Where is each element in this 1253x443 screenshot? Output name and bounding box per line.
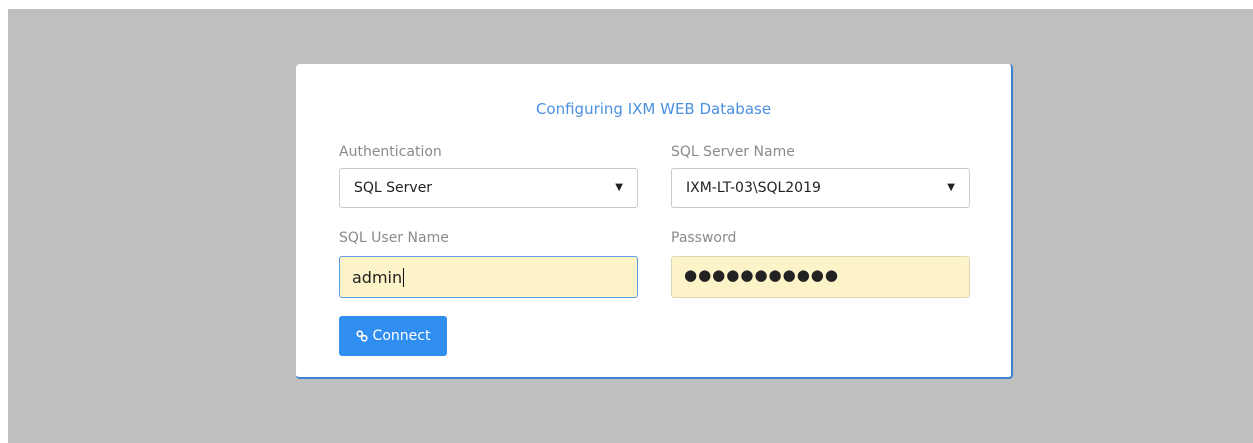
dropdown-arrow-icon: ▼ [615,182,623,193]
sql-user-name-value: admin [352,268,403,287]
password-masked-value: ●●●●●●●●●●● [684,266,839,284]
link-icon [355,330,368,342]
connect-label: Connect [372,328,431,344]
dialog-title: Configuring IXM WEB Database [535,100,772,118]
text-caret [403,268,405,287]
sql-server-name-label: SQL Server Name [671,144,795,160]
connect-button[interactable]: Connect [339,316,447,356]
authentication-select[interactable]: SQL Server ▼ [339,168,638,208]
sql-server-name-select[interactable]: IXM-LT-03\SQL2019 ▼ [671,168,970,208]
password-label: Password [671,230,737,246]
authentication-label: Authentication [339,144,442,160]
dropdown-arrow-icon: ▼ [947,182,955,193]
database-config-card: Configuring IXM WEB Database Authenticat… [296,64,1013,379]
sql-server-name-value: IXM-LT-03\SQL2019 [686,180,821,196]
sql-user-name-input[interactable]: admin [339,256,638,298]
authentication-value: SQL Server [354,180,433,196]
password-input[interactable]: ●●●●●●●●●●● [671,256,970,298]
sql-user-name-label: SQL User Name [339,230,449,246]
